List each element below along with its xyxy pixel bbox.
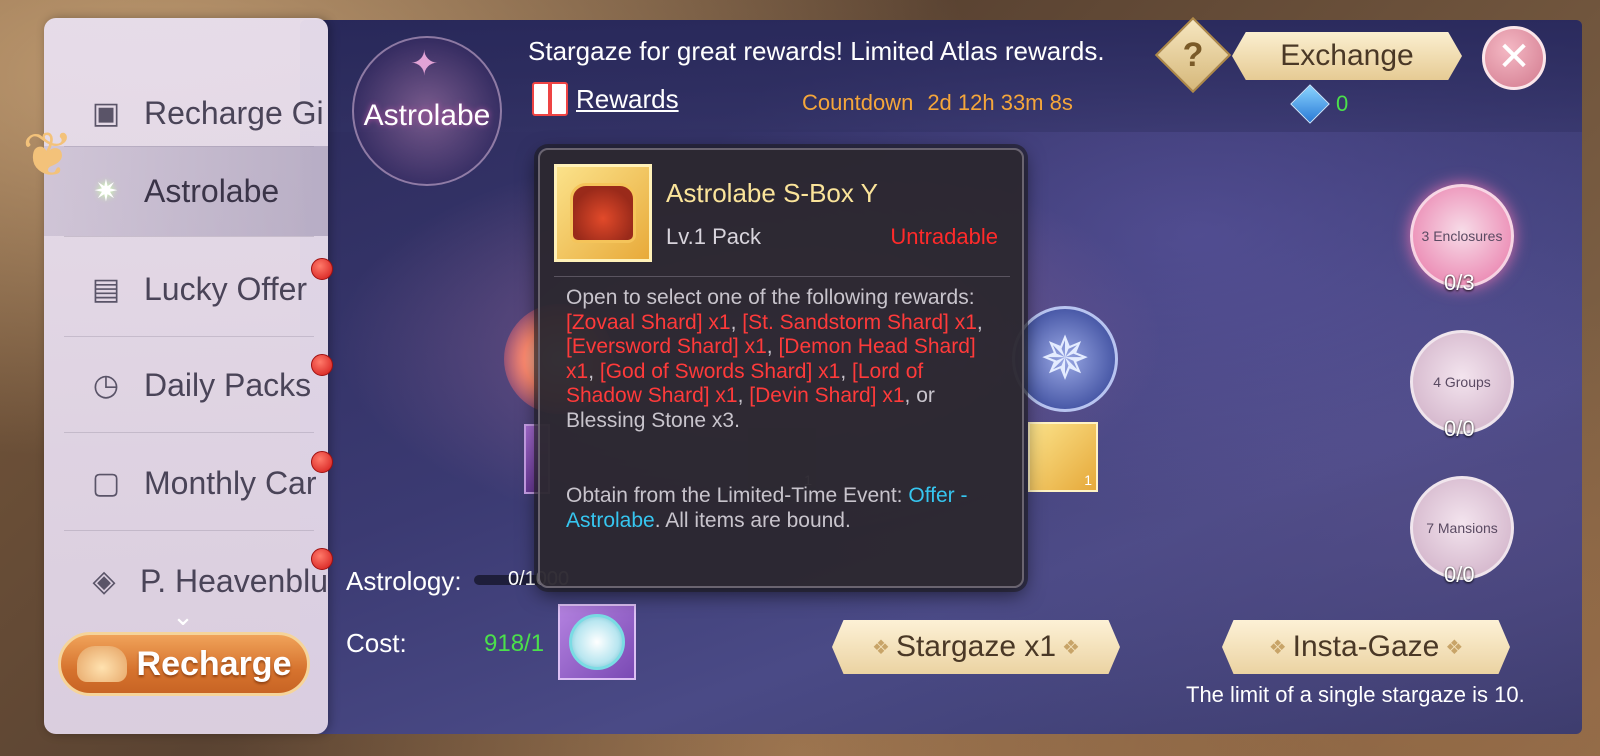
currency-value: 0 [1336,91,1349,116]
sparkle-icon: ✷ [93,174,119,208]
stargaze-button[interactable]: ❖ Stargaze x1 ❖ [832,620,1120,674]
notification-dot [311,258,333,280]
recharge-button[interactable]: Recharge [58,632,310,696]
sidebar-item-label: Daily Packs [144,366,312,403]
reward-option: [Eversword Shard] x1 [566,335,767,358]
divider [64,432,314,433]
divider [64,236,314,237]
star-icon: ✵ [1039,325,1091,392]
diamond-ornament-icon: ❖ [1445,636,1464,659]
close-icon: ✕ [1497,35,1531,79]
gift-icon [532,82,568,116]
compass-star-orb[interactable]: ✵ [1012,306,1118,412]
reward-option: [God of Swords Shard] x1 [599,359,841,383]
sidebar-item-astrolabe[interactable]: ✷ Astrolabe [44,146,328,236]
notification-dot [311,548,333,570]
countdown-label: Countdown [802,90,914,115]
reward-option: [Zovaal Shard] x1 [566,310,731,334]
sidebar-item-lucky-offer[interactable]: ▤ Lucky Offer [44,244,328,334]
chest-icon [570,183,636,243]
close-button[interactable]: ✕ [1482,26,1546,90]
diamond-ornament-icon: ❖ [1062,636,1080,659]
currency-display: 0 [1290,84,1349,124]
astrology-label: Astrology: [346,566,462,596]
cost-label: Cost: [346,628,407,658]
countdown: Countdown 2d 12h 33m 8s [802,90,1073,116]
chest-icon: ▣ [91,96,121,130]
reward-option: [Devin Shard] x1 [749,384,905,407]
event-headline: Stargaze for great rewards! Limited Atla… [528,36,1105,66]
sidebar-item-recharge-gift[interactable]: ▣ Recharge Gi [44,68,328,158]
reward-option: [St. Sandstorm Shard] x1 [742,310,977,334]
item-count: 1 [1084,472,1092,488]
tooltip-obtain: Obtain from the Limited-Time Event: Offe… [566,484,968,532]
ring-count: 0/3 [1444,270,1475,295]
butterfly-icon: ❦ [22,121,74,190]
diamond-icon [1290,84,1330,124]
untradable-tag: Untradable [890,224,998,249]
ticket-icon: ▤ [91,272,121,306]
item-tooltip: Astrolabe S-Box Y Lv.1 Pack Untradable O… [538,148,1024,588]
tooltip-title: Astrolabe S-Box Y [666,178,878,208]
s-box-icon [554,164,652,262]
emblem-label: Astrolabe [363,99,491,132]
tooltip-subtitle: Lv.1 Pack [666,224,761,249]
sidebar-item-daily-packs[interactable]: ◷ Daily Packs [44,340,328,430]
compass-star-icon: ✦ [410,45,439,83]
divider [64,336,314,337]
divider [554,276,1010,277]
diamond-ornament-icon: ❖ [872,636,890,659]
card-icon: ▢ [91,466,121,500]
sidebar-item-label: Monthly Car [144,464,317,501]
sidebar-item-label: Lucky Offer [144,270,308,307]
sidebar-item-monthly-card[interactable]: ▢ Monthly Car [44,438,328,528]
exchange-button[interactable]: Exchange [1232,32,1462,80]
tooltip-description: Open to select one of the following rewa… [566,286,983,432]
divider [64,530,314,531]
rewards-link[interactable]: Rewards [532,82,679,116]
instagaze-button[interactable]: ❖ Insta-Gaze ❖ [1222,620,1510,674]
ring-count: 0/0 [1444,562,1475,587]
sidebar-item-label: P. Heavenblu [140,562,328,599]
cost-value: 918/1 [484,630,545,657]
chevron-down-icon[interactable]: ⌄ [168,603,198,629]
diamond-ornament-icon: ❖ [1268,636,1287,659]
notification-dot [311,354,333,376]
reward-item-slot[interactable]: 1 [1028,422,1098,492]
cloud-icon [76,646,127,682]
gem-shield-icon: ◈ [92,564,116,598]
mirror-icon [569,614,625,670]
countdown-value: 2d 12h 33m 8s [927,90,1073,115]
cost-item-slot[interactable] [558,604,636,680]
clock-gift-icon: ◷ [92,368,120,402]
limit-note: The limit of a single stargaze is 10. [1186,682,1525,707]
ring-count: 0/0 [1444,416,1475,441]
sidebar-item-label: Recharge Gi [144,94,324,131]
sidebar-item-label: Astrolabe [144,172,280,209]
question-icon: ? [1182,36,1204,74]
notification-dot [311,451,333,473]
astrolabe-emblem: ✦ Astrolabe [352,36,502,186]
